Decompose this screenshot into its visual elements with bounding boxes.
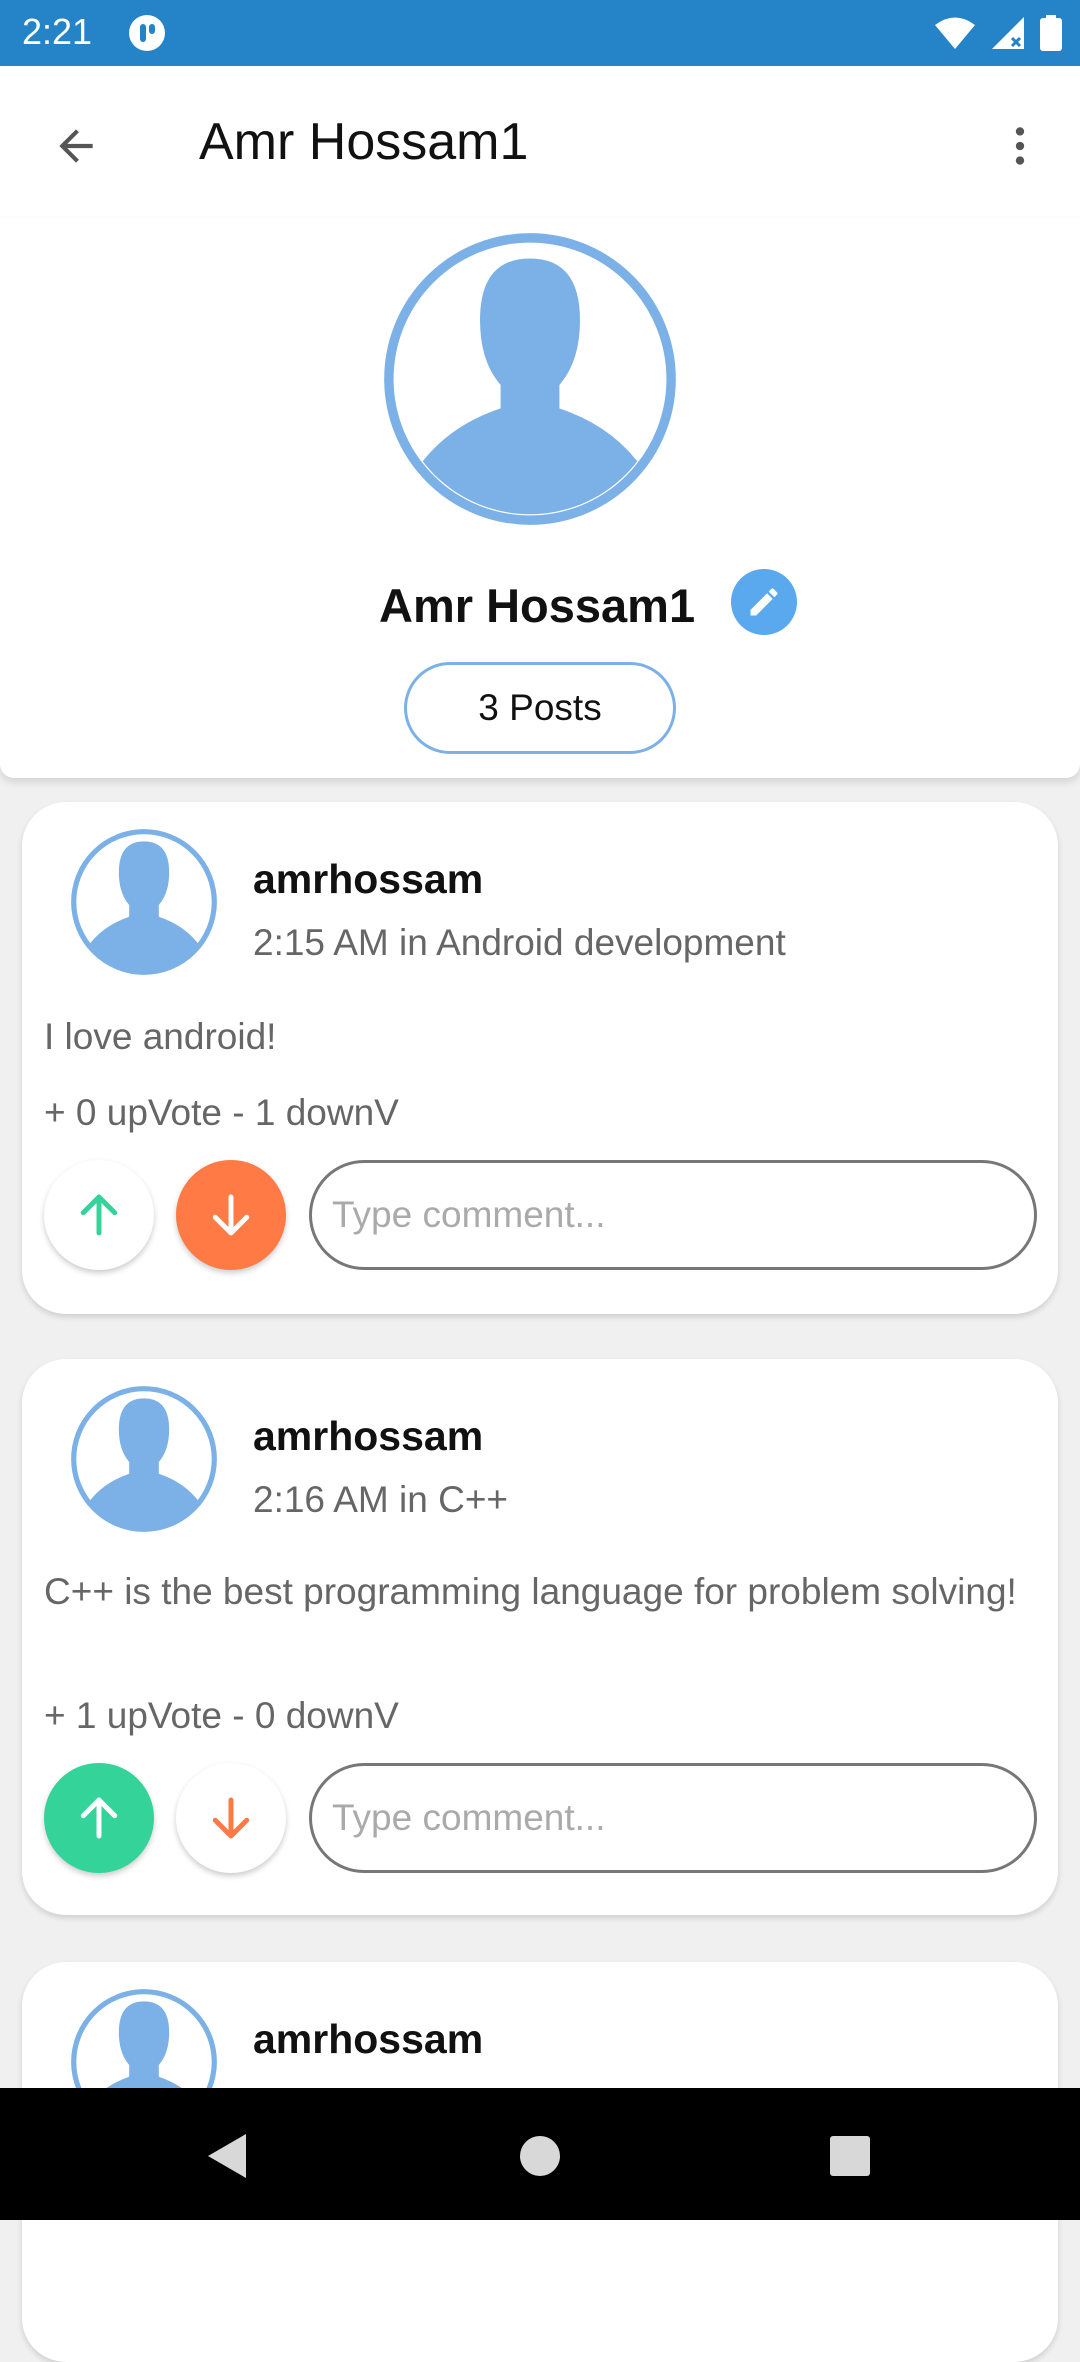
arrow-up-icon (80, 1194, 118, 1236)
post-author-avatar[interactable] (70, 1385, 218, 1533)
signal-icon (992, 17, 1024, 49)
post-card: amrhossam 2:15 AM in Android development… (22, 802, 1058, 1314)
downvote-button[interactable] (176, 1160, 286, 1270)
post-author-avatar[interactable] (70, 828, 218, 976)
post-author-name: amrhossam (253, 1413, 484, 1459)
post-body: I love android! (44, 1016, 277, 1057)
downvote-button[interactable] (176, 1763, 286, 1873)
pencil-icon (750, 588, 778, 616)
nav-recents-button[interactable] (810, 2116, 890, 2196)
square-recents-icon (830, 2136, 870, 2176)
profile-avatar[interactable] (383, 232, 677, 526)
app-bar: Amr Hossam1 (0, 66, 1080, 218)
arrow-up-icon (80, 1797, 118, 1839)
edit-name-button[interactable] (731, 569, 797, 635)
upvote-button[interactable] (44, 1160, 154, 1270)
app-notification-icon (129, 15, 165, 51)
upvote-button[interactable] (44, 1763, 154, 1873)
more-vert-icon (1015, 127, 1025, 165)
comment-input[interactable] (309, 1763, 1037, 1873)
battery-icon (1040, 15, 1062, 51)
post-body: C++ is the best programming language for… (44, 1571, 1017, 1612)
posts-count-button[interactable]: 3 Posts (404, 662, 676, 754)
triangle-back-icon (208, 2134, 246, 2178)
post-vote-counts: + 1 upVote - 0 downV (44, 1695, 399, 1736)
circle-home-icon (520, 2136, 560, 2176)
post-meta: 2:16 AM in C++ (253, 1479, 509, 1520)
post-vote-counts: + 0 upVote - 1 downV (44, 1092, 399, 1133)
post-card: amrhossam 2:16 AM in C++ C++ is the best… (22, 1359, 1058, 1915)
nav-back-button[interactable] (187, 2116, 267, 2196)
wifi-icon (935, 17, 975, 49)
more-options-button[interactable] (980, 106, 1060, 186)
profile-name: Amr Hossam1 (379, 579, 696, 632)
back-button[interactable] (36, 106, 116, 186)
system-navigation-bar (0, 2088, 1080, 2220)
profile-header: Amr Hossam1 3 Posts (0, 218, 1080, 778)
post-author-name: amrhossam (253, 2016, 484, 2062)
arrow-down-icon (212, 1194, 250, 1236)
comment-input[interactable] (309, 1160, 1037, 1270)
post-meta: 2:15 AM in Android development (253, 922, 786, 963)
arrow-down-icon (212, 1797, 250, 1839)
nav-home-button[interactable] (500, 2116, 580, 2196)
status-time: 2:21 (22, 11, 93, 52)
status-bar: 2:21 (0, 0, 1080, 66)
post-author-name: amrhossam (253, 856, 484, 902)
arrow-back-icon (59, 129, 93, 163)
page-title: Amr Hossam1 (199, 113, 529, 171)
